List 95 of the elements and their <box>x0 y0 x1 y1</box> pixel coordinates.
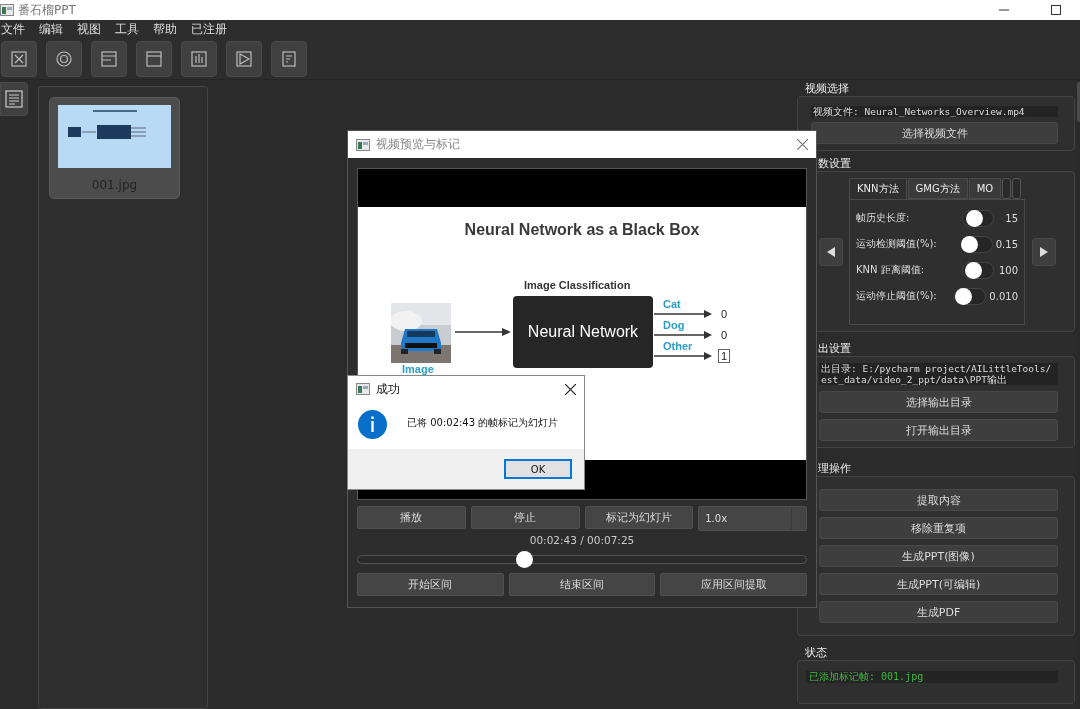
target-icon <box>54 48 74 69</box>
range-button[interactable]: 应用区间提取 <box>660 573 807 596</box>
window-icon <box>144 48 164 69</box>
group-title: 理操作 <box>818 462 851 475</box>
slider-thumb[interactable] <box>961 235 979 253</box>
slider-track[interactable] <box>962 209 994 227</box>
list-icon <box>5 90 23 108</box>
play-icon <box>234 48 254 69</box>
slider-label: 帧历史长度: <box>856 211 911 225</box>
dialog-title: 视频预览与标记 <box>376 136 461 153</box>
app-icon <box>356 138 370 151</box>
class-label: Dog <box>663 319 685 331</box>
previous-button[interactable] <box>819 237 843 266</box>
tab[interactable]: GMG方法 <box>907 178 968 199</box>
slider-value: 100 <box>997 264 1018 276</box>
close-icon[interactable] <box>565 383 576 395</box>
output-value: 0 <box>720 307 729 321</box>
x-box-icon <box>9 48 29 69</box>
right-arrow-icon <box>1040 246 1048 257</box>
slider-thumb[interactable] <box>965 209 983 227</box>
dialog-title: 成功 <box>376 380 401 398</box>
menu-item[interactable]: 已注册 <box>191 20 227 38</box>
toolbar-button[interactable] <box>136 40 172 77</box>
maximize-icon[interactable] <box>1051 5 1061 15</box>
toolbar-button[interactable] <box>46 40 82 77</box>
action-button[interactable]: 生成PPT(可编辑) <box>819 573 1058 595</box>
list-button[interactable] <box>0 82 28 116</box>
slider-track[interactable] <box>954 287 987 305</box>
app-icon <box>356 383 370 395</box>
toolbar-button[interactable] <box>226 40 262 77</box>
player-button[interactable]: 播放 <box>357 506 466 529</box>
info-icon <box>358 410 387 439</box>
player-button[interactable]: 标记为幻灯片 <box>584 506 694 529</box>
menu-item[interactable]: 帮助 <box>153 20 177 38</box>
slide-subtitle: Image Classification <box>524 279 631 291</box>
toolbar-button[interactable] <box>181 40 217 77</box>
slider-label: 运动停止阈值(%): <box>856 289 938 303</box>
slider-value: 0.010 <box>988 290 1018 302</box>
tab[interactable]: KNN方法 <box>849 178 907 199</box>
arrow <box>455 327 511 337</box>
group-title: 视频选择 <box>805 82 849 95</box>
menu-item[interactable]: 编辑 <box>39 20 63 38</box>
range-button[interactable]: 结束区间 <box>508 573 656 596</box>
bar-chart-icon <box>189 48 209 69</box>
slider-track[interactable] <box>960 235 993 253</box>
image-caption: Image <box>402 363 434 375</box>
window-title: 番石榴PPT <box>18 1 77 19</box>
slider-value: 15 <box>1004 212 1018 224</box>
time-text: 00:02:43 / 00:07:25 <box>528 534 636 546</box>
slider-value: 0.15 <box>994 238 1018 250</box>
action-button[interactable]: 提取内容 <box>819 489 1058 511</box>
output-path-text: 出目录: E:/pycharm project/AILittleTools/ est_data/video_2_ppt/data\PPT输出 <box>819 363 1058 385</box>
menu-item[interactable]: 视图 <box>77 20 101 38</box>
output-value: 0 <box>720 328 729 342</box>
slider-track[interactable] <box>962 261 994 279</box>
toolbar-button[interactable] <box>1 40 37 77</box>
class-label: Cat <box>663 298 681 310</box>
slider-label: KNN 距离阈值: <box>856 263 926 277</box>
group-title: 出设置 <box>818 342 851 355</box>
document-icon <box>279 48 299 69</box>
message-text: 已将 00:02:43 的帧标记为幻灯片 <box>407 416 559 430</box>
action-button[interactable]: 生成PDF <box>819 601 1058 623</box>
toolbar-button[interactable] <box>271 40 307 77</box>
file-path-text: 视频文件: Neural_Networks_Overview.mp4 <box>811 106 1058 117</box>
range-button[interactable]: 开始区间 <box>357 573 504 596</box>
speed-dropdown[interactable]: 1.0x <box>698 506 807 531</box>
menu-item[interactable]: 工具 <box>115 20 139 38</box>
arrow <box>654 331 712 339</box>
toolbar-button[interactable] <box>91 40 127 77</box>
output-button[interactable]: 打开输出目录 <box>819 419 1058 441</box>
arrow <box>654 352 712 360</box>
action-button[interactable]: 移除重复项 <box>819 517 1058 539</box>
output-value: 1 <box>718 349 731 363</box>
class-label: Other <box>663 340 693 352</box>
left-arrow-icon <box>827 246 835 257</box>
slider-thumb[interactable] <box>965 261 982 279</box>
seek-thumb[interactable] <box>515 551 533 568</box>
slider-thumb[interactable] <box>955 287 973 305</box>
slide-title: Neural Network as a Black Box <box>463 221 701 239</box>
group-title: 数设置 <box>818 157 851 170</box>
player-button[interactable]: 停止 <box>470 506 580 529</box>
action-button[interactable]: 生成PPT(图像) <box>819 545 1058 567</box>
arrow <box>654 310 712 318</box>
slider-label: 运动检测阈值(%): <box>856 237 938 251</box>
status-message: 已添加标记帧: 001.jpg <box>806 671 1058 683</box>
group-title: 状态 <box>805 646 827 659</box>
output-button[interactable]: 选择输出目录 <box>819 391 1058 413</box>
window-icon <box>99 48 119 69</box>
network-block: Neural Network <box>513 296 653 368</box>
ok-button[interactable]: OK <box>504 459 572 479</box>
menu-item[interactable]: 文件 <box>1 20 25 38</box>
app-icon <box>0 4 14 16</box>
tab[interactable]: MO <box>968 178 1002 199</box>
next-button[interactable] <box>1032 237 1056 266</box>
select-video-button[interactable]: 选择视频文件 <box>811 122 1058 144</box>
